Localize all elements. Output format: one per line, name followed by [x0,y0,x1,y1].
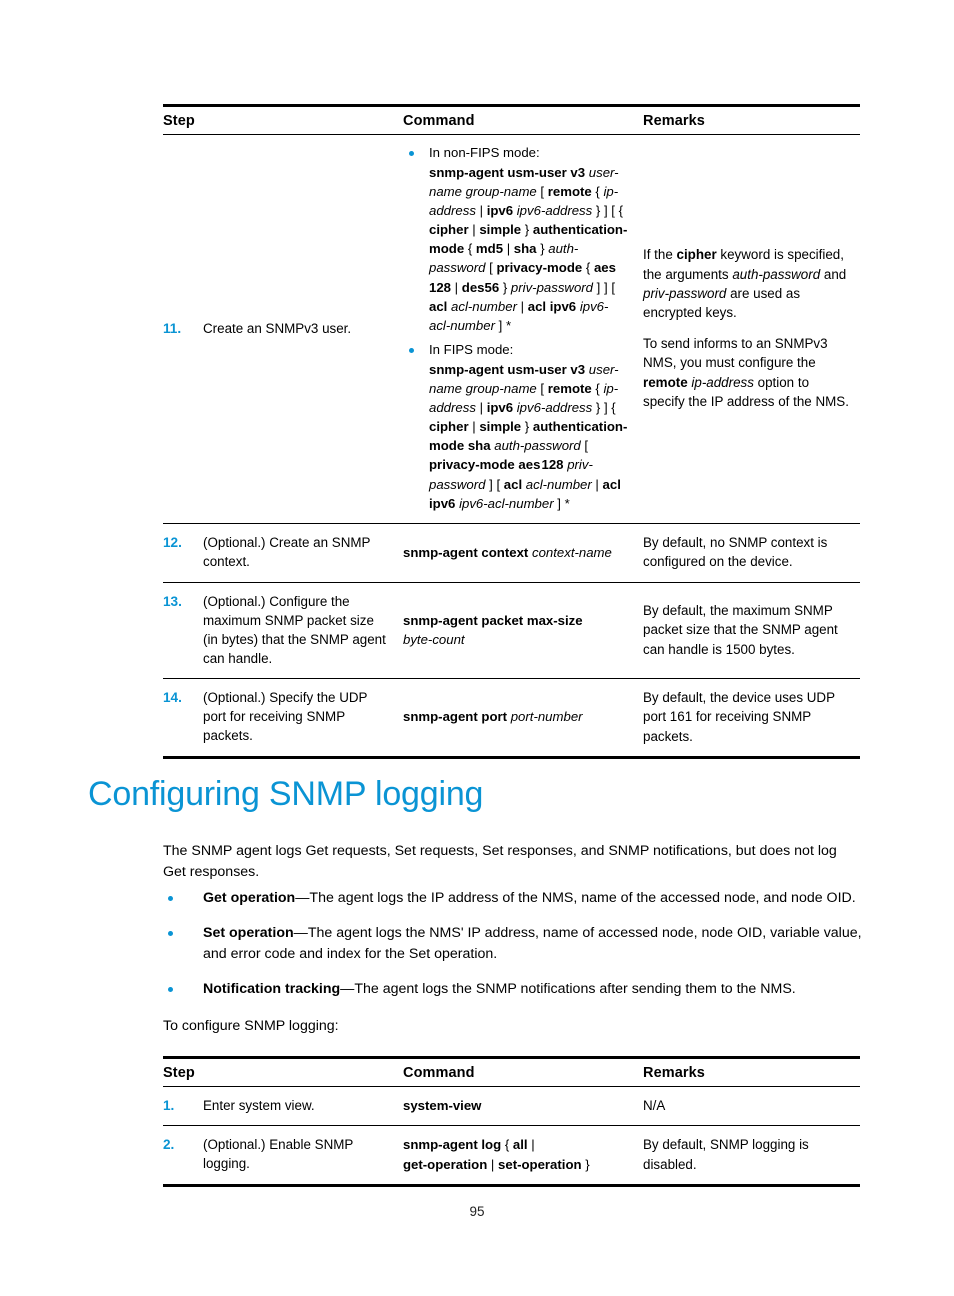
remarks-paragraph: By default, the device uses UDP port 161… [643,689,835,744]
remarks-text: By default, no SNMP context is configure… [643,533,850,572]
remarks-paragraph: If the cipher keyword is specified, the … [643,247,847,321]
step-number: 12. [163,534,182,550]
bullet-term: Set operation [203,924,294,941]
command-variant-label: In non-FIPS mode: [429,145,540,160]
step-description: Create an SNMPv3 user. [203,320,352,336]
column-header-remarks: Remarks [643,1056,860,1087]
step-number: 1. [163,1098,175,1113]
remarks-paragraph: By default, the maximum SNMP packet size… [643,602,838,657]
remarks-paragraph: N/A [643,1098,666,1113]
table-header-row: Step Command Remarks [163,1056,860,1087]
snmp-logging-configuration-table: Step Command Remarks 1. Enter system vie… [163,1056,860,1188]
bullet-term: Notification tracking [203,980,341,997]
command-cell: snmp-agent packet max-size byte-count [403,582,643,679]
step-cell: 12. (Optional.) Create an SNMP context. [163,523,403,583]
command-syntax: snmp-agent usm-user v3 user-name group-n… [429,361,628,511]
remarks-cell: By default, SNMP logging is disabled. [643,1125,860,1188]
remarks-cell: By default, the device uses UDP port 161… [643,678,860,760]
column-header-remarks: Remarks [643,104,860,135]
intro-paragraph: The SNMP agent logs Get requests, Set re… [163,843,837,880]
column-header-step: Step [163,1056,403,1087]
remarks-cell: By default, the maximum SNMP packet size… [643,582,860,679]
column-header-command: Command [403,1056,643,1087]
table-header-row: Step Command Remarks [163,104,860,135]
snmpv3-configuration-table: Step Command Remarks 11. Create an SNMPv… [163,104,860,760]
remarks-text: N/A [643,1096,850,1115]
step-number: 11. [163,320,182,336]
page-number: 95 [469,1204,485,1219]
command-cell: In non-FIPS mode: snmp-agent usm-user v3… [403,134,643,524]
list-item: Notification tracking—The agent logs the… [163,979,866,1000]
table-row: 14. (Optional.) Specify the UDP port for… [163,678,860,760]
table-row: 11. Create an SNMPv3 user. In non-FIPS m… [163,134,860,524]
list-item: Get operation—The agent logs the IP addr… [163,888,866,909]
bullet-text: —The agent logs the SNMP notifications a… [340,980,796,997]
command-syntax: snmp-agent context context-name [403,544,612,560]
command-syntax: snmp-agent log { all | get-operation | se… [403,1137,590,1172]
table-row: 2. (Optional.) Enable SNMP logging. snmp… [163,1125,860,1188]
step-description: Enter system view. [203,1098,315,1113]
command-syntax: snmp-agent port port-number [403,709,583,725]
command-syntax: snmp-agent packet max-size byte-count [403,612,583,647]
command-variant-list: In non-FIPS mode: snmp-agent usm-user v3… [403,144,629,513]
step-cell: 1. Enter system view. [163,1086,403,1127]
page-title: Configuring SNMP logging [88,775,484,813]
step-description: (Optional.) Specify the UDP port for rec… [203,689,368,743]
step-cell: 2. (Optional.) Enable SNMP logging. [163,1125,403,1188]
step-cell: 13. (Optional.) Configure the maximum SN… [163,582,403,679]
command-cell: snmp-agent port port-number [403,678,643,760]
remarks-text: By default, the maximum SNMP packet size… [643,601,850,659]
command-cell: snmp-agent context context-name [403,523,643,583]
step-number: 14. [163,689,182,705]
command-syntax: system-view [403,1098,482,1113]
step-number: 13. [163,593,182,609]
table-row: 13. (Optional.) Configure the maximum SN… [163,582,860,679]
remarks-cell: N/A [643,1086,860,1127]
command-syntax: snmp-agent usm-user v3 user-name group-n… [429,164,628,333]
document-page: Step Command Remarks 11. Create an SNMPv… [0,0,954,1296]
command-cell: system-view [403,1086,643,1127]
remarks-paragraph: By default, no SNMP context is configure… [643,534,828,570]
command-cell: snmp-agent log { all | get-operation | se… [403,1125,643,1188]
remarks-text: If the cipher keyword is specified, the … [643,245,850,412]
column-header-command: Command [403,104,643,135]
remarks-cell: If the cipher keyword is specified, the … [643,134,860,524]
lead-in-paragraph: To configure SNMP logging: [163,1018,339,1034]
bullet-text: —The agent logs the IP address of the NM… [295,890,856,906]
table-row: 1. Enter system view. system-view N/A [163,1086,860,1127]
remarks-paragraph: By default, SNMP logging is disabled. [643,1137,809,1172]
step-cell: 14. (Optional.) Specify the UDP port for… [163,678,403,760]
remarks-cell: By default, no SNMP context is configure… [643,523,860,583]
step-description: (Optional.) Configure the maximum SNMP p… [203,593,386,666]
column-header-step: Step [163,104,403,135]
step-description: (Optional.) Create an SNMP context. [203,534,371,569]
step-number: 2. [163,1137,175,1153]
bullet-term: Get operation [203,890,296,906]
bullet-text: —The agent logs the NMS' IP address, nam… [203,924,862,962]
command-variant-non-fips: In non-FIPS mode: snmp-agent usm-user v3… [403,144,629,335]
command-variant-fips: In FIPS mode: snmp-agent usm-user v3 use… [403,341,629,513]
remarks-text: By default, SNMP logging is disabled. [643,1135,850,1174]
command-variant-label: In FIPS mode: [429,342,514,357]
remarks-paragraph: To send informs to an SNMPv3 NMS, you mu… [643,335,849,410]
table-row: 12. (Optional.) Create an SNMP context. … [163,523,860,583]
list-item: Set operation—The agent logs the NMS' IP… [163,923,866,965]
step-cell: 11. Create an SNMPv3 user. [163,134,403,524]
step-description: (Optional.) Enable SNMP logging. [203,1137,354,1172]
remarks-text: By default, the device uses UDP port 161… [643,688,850,746]
operation-bullet-list: Get operation—The agent logs the IP addr… [163,888,866,1014]
